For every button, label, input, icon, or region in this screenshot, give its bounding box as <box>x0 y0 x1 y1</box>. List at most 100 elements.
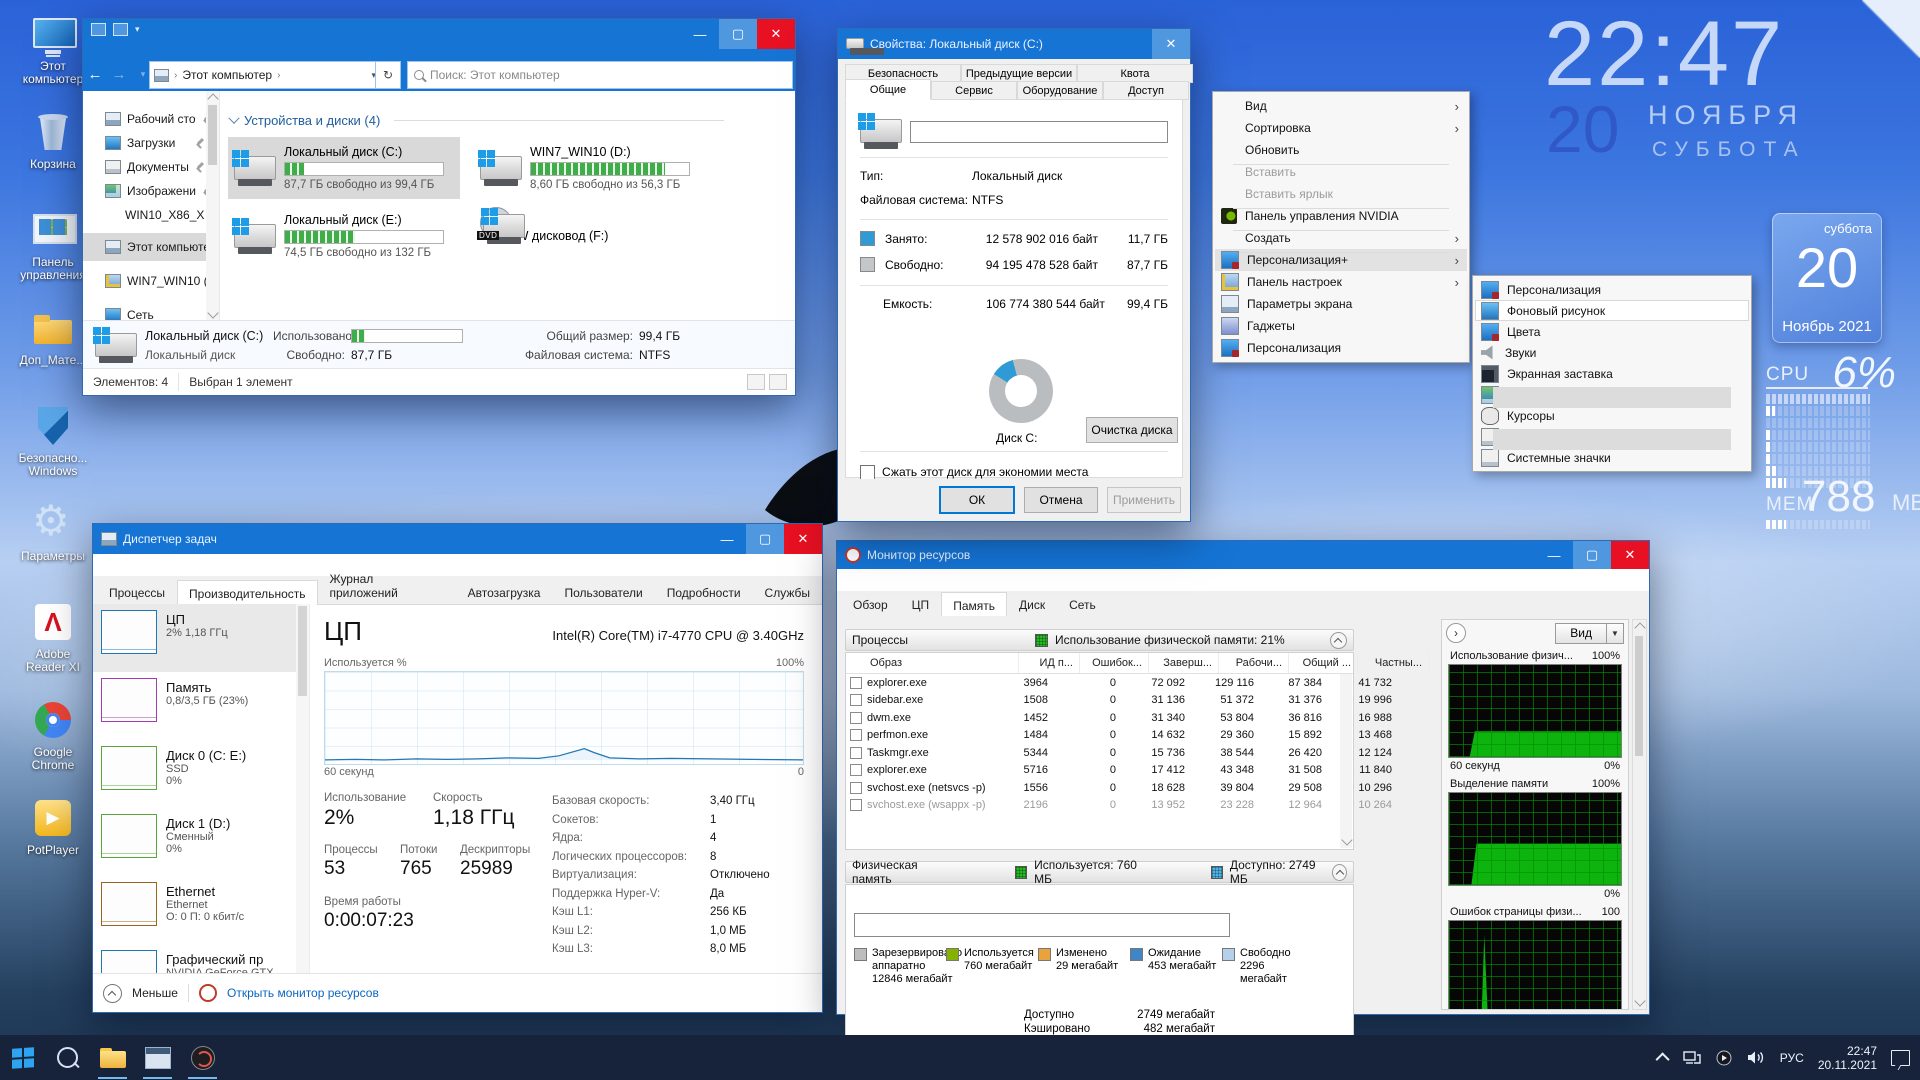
submenu-item[interactable]: Звуки <box>1475 342 1749 363</box>
taskmgr-tab[interactable]: Подробности <box>655 581 753 604</box>
maximize-button[interactable]: ▢ <box>746 524 784 554</box>
submenu-item[interactable]: Системные значки <box>1475 447 1749 468</box>
minimize-button[interactable]: — <box>681 19 719 49</box>
performance-sidebar-item[interactable]: ЦП 2% 1,18 ГГц <box>93 604 309 672</box>
menu-item[interactable] <box>1233 164 1449 165</box>
drive-tile[interactable]: Локальный диск (C:) 87,7 ГБ свободно из … <box>228 137 460 199</box>
processes-section-header[interactable]: Процессы Использование физической памяти… <box>845 629 1354 651</box>
submenu-item[interactable] <box>1493 387 1731 408</box>
performance-sidebar-item[interactable]: Ethernet Ethernet О: 0 П: 0 кбит/с <box>93 876 309 944</box>
process-checkbox[interactable] <box>850 729 862 741</box>
process-checkbox[interactable] <box>850 799 862 811</box>
taskmgr-tab[interactable]: Журнал приложений <box>318 567 456 604</box>
submenu-item[interactable]: Курсоры <box>1475 405 1749 426</box>
taskmgr-titlebar[interactable]: Диспетчер задач — ▢ ✕ <box>93 524 822 554</box>
taskbar-file-explorer[interactable] <box>90 1035 135 1080</box>
apply-button[interactable]: Применить <box>1107 487 1181 513</box>
properties-tab[interactable]: Доступ <box>1103 81 1189 100</box>
col-private[interactable]: Частны... <box>1358 653 1429 673</box>
taskmgr-tab[interactable]: Производительность <box>177 580 317 605</box>
process-row[interactable]: dwm.exe 1452 0 31 340 53 804 36 816 16 9… <box>846 709 1353 727</box>
open-resource-monitor-link[interactable]: Открыть монитор ресурсов <box>227 986 379 1000</box>
resmon-titlebar[interactable]: Монитор ресурсов — ▢ ✕ <box>837 541 1649 569</box>
taskmgr-sidebar-scrollbar[interactable] <box>296 604 309 974</box>
table-scrollbar[interactable] <box>1340 674 1352 848</box>
breadcrumb[interactable]: Этот компьютер <box>182 68 272 82</box>
process-row[interactable]: svchost.exe (wsappx -p) 2196 0 13 952 23… <box>846 797 1353 815</box>
minimize-button[interactable]: — <box>708 524 746 554</box>
qat-icon[interactable] <box>91 23 106 36</box>
qat-icon[interactable] <box>113 23 128 36</box>
process-checkbox[interactable] <box>850 782 862 794</box>
taskmgr-tab[interactable]: Службы <box>753 581 822 604</box>
maximize-button[interactable]: ▢ <box>719 19 757 49</box>
resmon-scrollbar[interactable] <box>1632 619 1647 1010</box>
desktop-icon[interactable]: Безопасно... Windows <box>10 404 96 487</box>
properties-titlebar[interactable]: Свойства: Локальный диск (C:) ✕ <box>838 29 1190 59</box>
menu-item[interactable]: Вставить ярлык <box>1215 183 1467 205</box>
process-row[interactable]: sidebar.exe 1508 0 31 136 51 372 31 376 … <box>846 692 1353 710</box>
sidebar-item[interactable]: WIN10_X86_X <box>83 203 219 227</box>
menu-item[interactable]: Сортировка › <box>1215 117 1467 139</box>
menu-item[interactable]: Панель настроек › <box>1215 271 1467 293</box>
resmon-tab[interactable]: Обзор <box>841 593 900 616</box>
col-working-set[interactable]: Рабочи... <box>1219 653 1289 673</box>
less-button[interactable]: Меньше <box>132 986 178 1000</box>
cancel-button[interactable]: Отмена <box>1024 487 1098 513</box>
process-row[interactable]: perfmon.exe 1484 0 14 632 29 360 15 892 … <box>846 727 1353 745</box>
scroll-down-icon[interactable] <box>1341 834 1352 845</box>
table-header-row[interactable]: Образ ИД п... Ошибок... Заверш... Рабочи… <box>846 653 1353 674</box>
expand-panel-icon[interactable]: › <box>1446 623 1466 643</box>
desktop-icon[interactable]: Adobe Reader XI <box>10 600 96 683</box>
resmon-tab[interactable]: Сеть <box>1057 593 1108 616</box>
disk-cleanup-button[interactable]: Очистка диска <box>1086 417 1178 443</box>
process-checkbox[interactable] <box>850 694 862 706</box>
submenu-item[interactable]: Цвета <box>1475 321 1749 342</box>
sidebar-item[interactable]: Рабочий сто <box>83 107 219 131</box>
desktop-icon[interactable]: Google Chrome <box>10 698 96 781</box>
collapse-section-icon[interactable] <box>1330 632 1347 649</box>
submenu-item[interactable] <box>1493 429 1731 450</box>
drive-tile[interactable]: WIN7_WIN10 (D:) 8,60 ГБ свободно из 56,3… <box>474 137 706 199</box>
volume-icon[interactable] <box>1747 1050 1766 1065</box>
taskmgr-tab[interactable]: Автозагрузка <box>456 581 553 604</box>
resmon-tab[interactable]: Диск <box>1007 593 1057 616</box>
col-commit[interactable]: Заверш... <box>1149 653 1219 673</box>
properties-tab[interactable]: Общие <box>845 79 931 100</box>
sidebar-item[interactable]: Изображени <box>83 179 219 203</box>
close-button[interactable]: ✕ <box>1611 541 1649 569</box>
process-checkbox[interactable] <box>850 747 862 759</box>
menu-item[interactable]: Параметры экрана <box>1215 293 1467 315</box>
desktop-icon[interactable]: Параметры <box>10 502 96 585</box>
taskbar-app-round[interactable] <box>180 1035 225 1080</box>
qat-chevron-icon[interactable]: ▾ <box>135 24 140 35</box>
performance-sidebar-item[interactable]: Память 0,8/3,5 ГБ (23%) <box>93 672 309 740</box>
performance-sidebar-item[interactable]: Диск 1 (D:) Сменный 0% <box>93 808 309 876</box>
close-button[interactable]: ✕ <box>757 19 795 49</box>
process-row[interactable]: svchost.exe (netsvcs -p) 1556 0 18 628 3… <box>846 779 1353 797</box>
list-view-button[interactable] <box>747 374 765 390</box>
address-bar[interactable]: › Этот компьютер › ▾ <box>149 61 381 89</box>
start-button[interactable] <box>0 1035 45 1080</box>
menu-item[interactable] <box>1233 252 1449 253</box>
properties-tab[interactable]: Сервис <box>931 81 1017 100</box>
process-checkbox[interactable] <box>850 764 862 776</box>
memory-section-header[interactable]: Физическая память Используется: 760 МБ Д… <box>845 861 1354 883</box>
close-button[interactable]: ✕ <box>784 524 822 554</box>
menu-item[interactable]: Вид › <box>1215 95 1467 117</box>
compress-checkbox[interactable] <box>860 465 875 480</box>
action-center-icon[interactable] <box>1891 1050 1910 1066</box>
ok-button[interactable]: ОК <box>939 486 1015 514</box>
maximize-button[interactable]: ▢ <box>1573 541 1611 569</box>
taskmgr-tab[interactable]: Процессы <box>97 581 177 604</box>
drive-tile[interactable]: DVD RW дисковод (F:) <box>474 205 706 267</box>
submenu-item[interactable]: Фоновый рисунок <box>1475 300 1749 321</box>
sidebar-item[interactable]: WIN7_WIN10 (D:) <box>83 267 219 295</box>
process-row[interactable]: explorer.exe 3964 0 72 092 129 116 87 38… <box>846 674 1353 692</box>
performance-sidebar-item[interactable]: Диск 0 (C: E:) SSD 0% <box>93 740 309 808</box>
back-icon[interactable]: ← <box>83 66 107 83</box>
collapse-circle-icon[interactable] <box>103 984 122 1003</box>
scroll-down-icon[interactable] <box>207 307 218 318</box>
disk-label-input[interactable] <box>910 121 1168 143</box>
drive-tile[interactable]: Локальный диск (E:) 74,5 ГБ свободно из … <box>228 205 460 267</box>
